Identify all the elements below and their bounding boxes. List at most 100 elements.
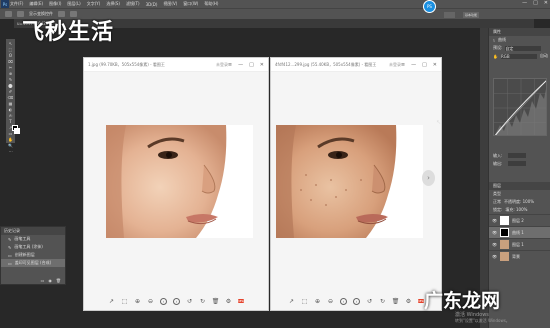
menu-view[interactable]: 视图(V) [163, 1, 177, 7]
menu-file[interactable]: 文件(F) [10, 1, 23, 7]
eraser-tool-icon[interactable]: ⌫ [8, 95, 14, 100]
previous-image-icon[interactable]: ‹ [340, 297, 347, 305]
close-button[interactable]: ✕ [544, 0, 548, 6]
next-image-icon[interactable]: › [173, 297, 180, 305]
clone-stamp-tool-icon[interactable]: ✐ [8, 89, 14, 94]
hand-icon[interactable]: ✋ [493, 54, 498, 59]
layer-row[interactable]: 👁 图层 1 [489, 238, 550, 250]
quick-select-tool-icon[interactable]: ⌧ [8, 59, 14, 64]
trash-icon[interactable]: 🗑 [56, 278, 61, 283]
menu-type[interactable]: 文字(Y) [87, 1, 101, 7]
menu-image[interactable]: 图像(I) [49, 1, 61, 7]
share-button[interactable] [444, 12, 455, 18]
crop-icon[interactable]: ⬚ [121, 298, 128, 305]
brush-tool-icon[interactable]: ⬤ [8, 83, 14, 88]
menu-edit[interactable]: 编辑(E) [29, 1, 43, 7]
activation-title: 激活 Windows [455, 312, 489, 318]
curves-graph[interactable] [493, 78, 547, 136]
share-icon[interactable]: ↗ [288, 298, 295, 305]
background-color-swatch[interactable] [14, 128, 20, 134]
zoom-out-icon[interactable]: ⊖ [327, 298, 334, 305]
eye-icon[interactable]: 👁 [492, 218, 497, 223]
history-item[interactable]: ✎ 画笔工具 [1, 235, 65, 243]
rotate-left-icon[interactable]: ↺ [366, 298, 373, 305]
delete-icon[interactable]: 🗑 [212, 298, 220, 305]
close-icon[interactable]: ✕ [433, 62, 437, 68]
camera-icon[interactable]: ◉ [48, 278, 52, 283]
layer-name: 曲线 1 [512, 229, 524, 235]
output-field[interactable] [508, 161, 527, 166]
maximize-icon[interactable]: □ [249, 62, 254, 68]
menu-icon[interactable]: ≡ [401, 62, 405, 68]
eye-icon[interactable]: 👁 [492, 230, 497, 235]
maximize-icon[interactable]: □ [422, 62, 427, 68]
menu-3d[interactable]: 3D(D) [146, 2, 158, 7]
crop-icon[interactable]: ⬚ [301, 298, 308, 305]
shape-tool-icon[interactable]: ▭ [8, 131, 14, 136]
workspace-select[interactable]: 基本功能 [463, 12, 479, 18]
eyedropper-tool-icon[interactable]: ⊕ [8, 71, 14, 76]
next-image-icon[interactable]: › [353, 297, 360, 305]
rotate-right-icon[interactable]: ↻ [199, 298, 206, 305]
new-document-icon[interactable]: ▭ [41, 278, 45, 283]
crop-tool-icon[interactable]: ✂ [8, 65, 14, 70]
previous-image-icon[interactable]: ‹ [160, 297, 167, 305]
share-icon[interactable]: ↗ [108, 298, 115, 305]
eye-icon[interactable]: 👁 [492, 242, 497, 247]
eye-icon[interactable]: 👁 [492, 254, 497, 259]
marquee-tool-icon[interactable]: ⬚ [8, 47, 14, 52]
delete-icon[interactable]: 🗑 [392, 298, 400, 305]
viewer-right-login-badge[interactable]: 未登录 [389, 62, 401, 68]
menu-icon[interactable]: ≡ [228, 62, 232, 68]
minimize-icon[interactable]: — [411, 62, 416, 68]
retouched-face-photo [106, 125, 253, 238]
rotate-left-icon[interactable]: ↺ [186, 298, 193, 305]
tool-preset-picker[interactable] [5, 11, 12, 17]
menu-select[interactable]: 选择(S) [106, 1, 120, 7]
menu-filter[interactable]: 滤镜(T) [126, 1, 140, 7]
dodge-tool-icon[interactable]: ◐ [8, 107, 14, 112]
settings-icon[interactable]: ⚙ [225, 298, 232, 305]
healing-brush-tool-icon[interactable]: ✎ [8, 77, 14, 82]
minimize-button[interactable]: — [522, 0, 527, 6]
fill-field[interactable]: 填充: 100% [505, 207, 527, 213]
layer-row[interactable]: 👁 背景 [489, 250, 550, 262]
history-item[interactable]: ✎ 画笔工具 (涂抹) [1, 243, 65, 251]
more-tools-icon[interactable]: ⋯ [8, 149, 14, 154]
channel-select[interactable]: RGB [500, 53, 537, 59]
opacity-field[interactable]: 不透明度: 100% [504, 199, 534, 205]
rotate-right-icon[interactable]: ↻ [379, 298, 386, 305]
zoom-tool-icon[interactable]: 🔍 [8, 143, 14, 148]
zoom-in-icon[interactable]: ⊕ [314, 298, 321, 305]
layer-row[interactable]: 👁 图层 2 [489, 214, 550, 226]
hand-tool-icon[interactable]: ✋ [8, 137, 14, 142]
history-panel-title: 历史记录 [1, 227, 65, 235]
settings-icon[interactable]: ⚙ [405, 298, 412, 305]
viewer-right-titlebar: 4fdf412...299.jpg (55.40KB，505x554像素) - … [271, 58, 441, 72]
type-tool-icon[interactable]: T [8, 119, 14, 124]
blend-mode-select[interactable]: 正常 [493, 199, 501, 205]
move-tool-icon[interactable]: ↖ [8, 41, 14, 46]
auto-button[interactable]: 自动 [540, 53, 548, 59]
layer-row-selected[interactable]: 👁 曲线 1 [489, 226, 550, 238]
maximize-button[interactable]: □ [533, 0, 538, 6]
lasso-tool-icon[interactable]: ʘ [8, 53, 14, 58]
preset-select[interactable]: 自定 [505, 45, 542, 51]
menu-layer[interactable]: 图层(L) [67, 1, 80, 7]
next-arrow-button[interactable]: › [422, 170, 435, 186]
menu-window[interactable]: 窗口(W) [183, 1, 198, 7]
gradient-tool-icon[interactable]: ▦ [8, 101, 14, 106]
viewer-left-login-badge[interactable]: 未登录 [216, 62, 228, 68]
menu-help[interactable]: 帮助(H) [204, 1, 218, 7]
history-item[interactable]: ▭ 创建新图层 [1, 251, 65, 259]
history-item-selected[interactable]: ▭ 盖印可见图层 (合成) [1, 259, 65, 267]
history-item-label: 创建新图层 [14, 252, 35, 257]
kind-filter-select[interactable]: 类型 [493, 191, 501, 197]
close-icon[interactable]: ✕ [260, 62, 264, 68]
minimize-icon[interactable]: — [238, 62, 243, 68]
zoom-in-icon[interactable]: ⊕ [134, 298, 141, 305]
pen-tool-icon[interactable]: ✍ [8, 113, 14, 118]
input-field[interactable] [508, 153, 527, 158]
ps-assistant-button[interactable]: PS [423, 0, 436, 13]
zoom-out-icon[interactable]: ⊖ [147, 298, 154, 305]
